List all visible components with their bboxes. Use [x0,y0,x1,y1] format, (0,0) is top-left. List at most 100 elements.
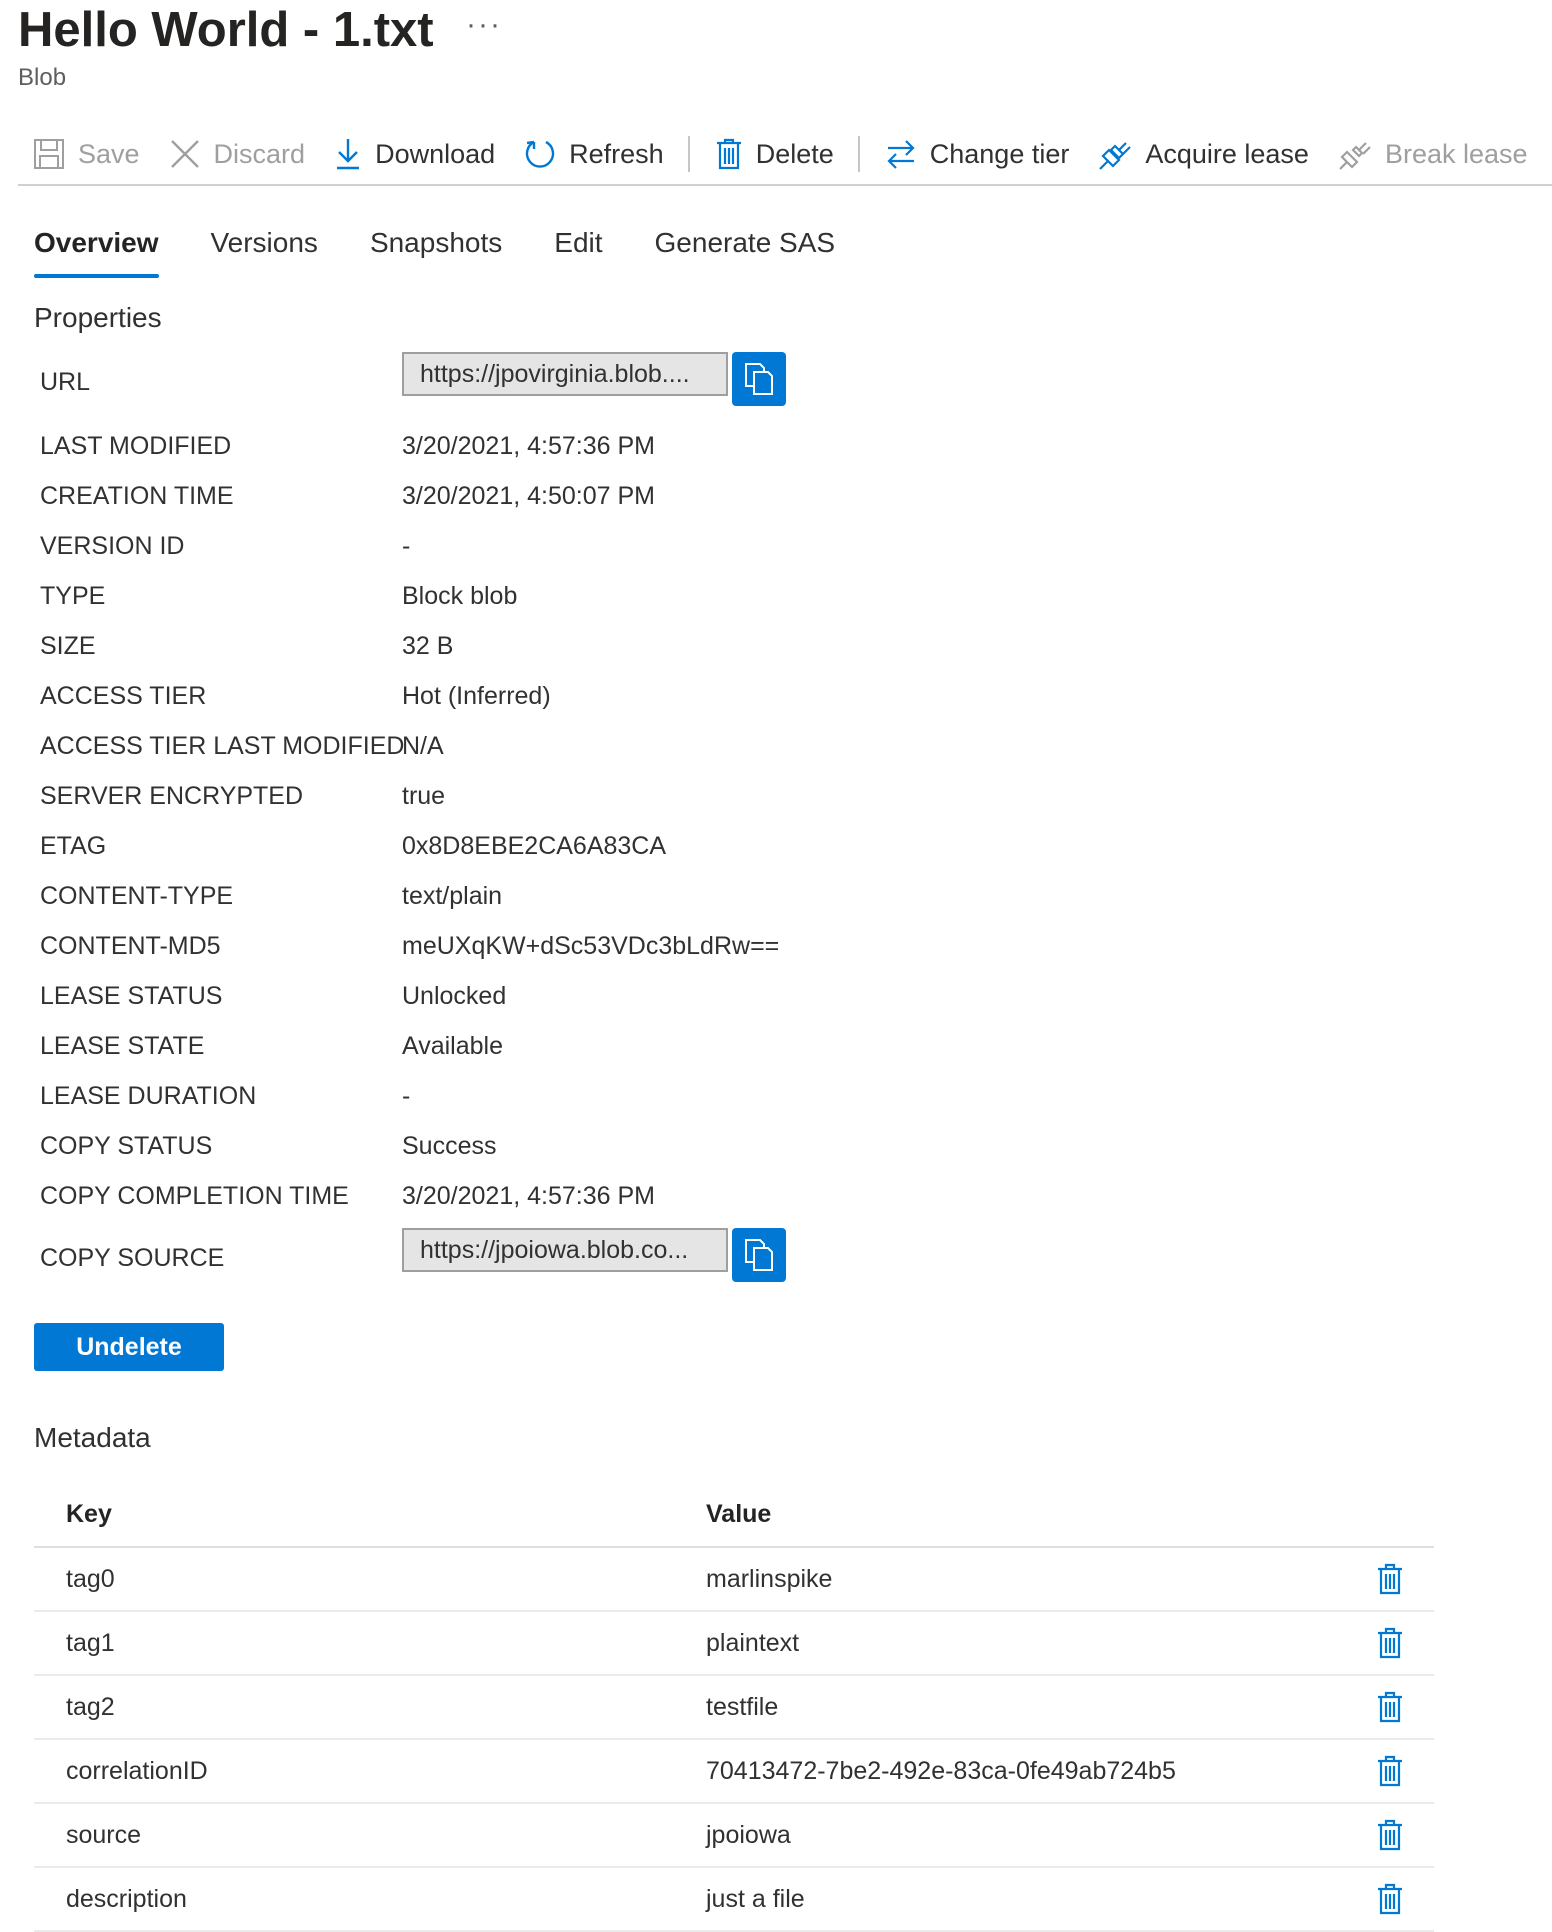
column-header-key: Key [66,1499,112,1528]
table-row: description just a file [34,1868,1434,1932]
url-field[interactable]: https://jpovirginia.blob.... [402,352,728,396]
unplug-icon [1339,142,1371,170]
metadata-key: tag0 [66,1564,115,1593]
trash-icon [716,138,741,170]
tab-snapshots[interactable]: Snapshots [354,222,518,280]
toolbar-divider [18,184,1552,186]
trash-icon [1378,1883,1402,1915]
copy-url-button[interactable] [732,352,786,406]
refresh-icon [525,140,555,168]
undelete-button[interactable]: Undelete [34,1323,224,1371]
delete-row-button[interactable] [1346,1627,1434,1659]
metadata-value: marlinspike [706,1564,833,1593]
copy-icon [745,1239,773,1271]
page-subtitle: Blob [18,64,67,91]
trash-icon [1378,1819,1402,1851]
download-icon [337,139,360,170]
metadata-key: tag1 [66,1628,115,1657]
property-value: 0x8D8EBE2CA6A83CA [402,832,667,860]
table-row: tag2 testfile [34,1676,1434,1740]
property-value: 3/20/2021, 4:57:36 PM [402,432,655,460]
property-label: ETAG [40,832,107,860]
property-value: 32 B [402,632,454,660]
table-row: tag0 marlinspike [34,1548,1434,1612]
copy-source-field[interactable]: https://jpoiowa.blob.co... [402,1228,728,1272]
metadata-key: description [66,1884,187,1913]
trash-icon [1378,1755,1402,1787]
delete-row-button[interactable] [1346,1563,1434,1595]
plug-icon [1099,142,1132,170]
toolbar-separator [687,136,690,172]
swap-arrows-icon [887,140,915,169]
delete-row-button[interactable] [1346,1819,1434,1851]
property-value: N/A [402,732,444,760]
property-label: CONTENT-TYPE [40,882,234,910]
trash-icon [1378,1627,1402,1659]
property-label: LEASE STATE [40,1032,205,1060]
metadata-value: testfile [706,1692,779,1721]
table-row: correlationID 70413472-7be2-492e-83ca-0f… [34,1740,1434,1804]
delete-row-button[interactable] [1346,1691,1434,1723]
refresh-button[interactable]: Refresh [509,126,678,182]
download-label: Download [375,138,496,169]
property-value: Block blob [402,582,518,610]
property-label: LEASE DURATION [40,1082,257,1110]
trash-icon [1378,1563,1402,1595]
property-value: Available [402,1032,504,1060]
more-options-icon[interactable]: ··· [466,8,502,42]
delete-row-button[interactable] [1346,1883,1434,1915]
copy-source-button[interactable] [732,1228,786,1282]
acquire-lease-label: Acquire lease [1145,138,1309,169]
delete-button[interactable]: Delete [700,126,848,182]
property-label: URL [40,368,91,396]
break-lease-button[interactable]: Break lease [1323,126,1542,182]
change-tier-button[interactable]: Change tier [870,126,1084,182]
save-icon [34,139,64,169]
trash-icon [1378,1691,1402,1723]
close-icon [170,140,199,168]
metadata-value: just a file [706,1884,805,1913]
download-button[interactable]: Download [319,126,509,182]
change-tier-label: Change tier [929,138,1070,169]
property-label: LEASE STATUS [40,982,223,1010]
property-label: CONTENT-MD5 [40,932,221,960]
property-label: COPY STATUS [40,1132,213,1160]
property-value: Success [402,1132,497,1160]
property-value: true [402,782,446,810]
metadata-header-row: Key Value [34,1482,1434,1548]
toolbar-separator [857,136,860,172]
property-value: meUXqKW+dSc53VDc3bLdRw== [402,932,780,960]
table-row: tag1 plaintext [34,1612,1434,1676]
delete-label: Delete [755,138,834,169]
tab-generate-sas[interactable]: Generate SAS [639,222,852,280]
delete-row-button[interactable] [1346,1755,1434,1787]
acquire-lease-button[interactable]: Acquire lease [1083,126,1323,182]
table-row: source jpoiowa [34,1804,1434,1868]
tab-edit[interactable]: Edit [538,222,618,280]
property-label: SERVER ENCRYPTED [40,782,304,810]
tab-bar: Overview Versions Snapshots Edit Generat… [18,222,871,280]
property-label: COPY COMPLETION TIME [40,1182,349,1210]
metadata-key: correlationID [66,1756,208,1785]
properties-heading: Properties [34,302,162,333]
save-label: Save [78,138,140,169]
discard-button[interactable]: Discard [154,126,320,182]
copy-icon [745,363,773,395]
break-lease-label: Break lease [1384,138,1528,169]
tab-versions[interactable]: Versions [195,222,334,280]
metadata-key: source [66,1820,142,1849]
property-value: - [402,532,411,560]
metadata-value: jpoiowa [706,1820,791,1849]
page-title: Hello World - 1.txt [18,3,434,57]
property-label: ACCESS TIER LAST MODIFIED [40,732,405,760]
property-value: Hot (Inferred) [402,682,551,710]
metadata-key: tag2 [66,1692,115,1721]
property-label: TYPE [40,582,106,610]
save-button[interactable]: Save [18,126,154,182]
property-label: LAST MODIFIED [40,432,232,460]
column-header-value: Value [706,1499,772,1528]
property-value: 3/20/2021, 4:50:07 PM [402,482,655,510]
property-value: - [402,1082,411,1110]
tab-overview[interactable]: Overview [18,222,175,280]
discard-label: Discard [213,138,306,169]
